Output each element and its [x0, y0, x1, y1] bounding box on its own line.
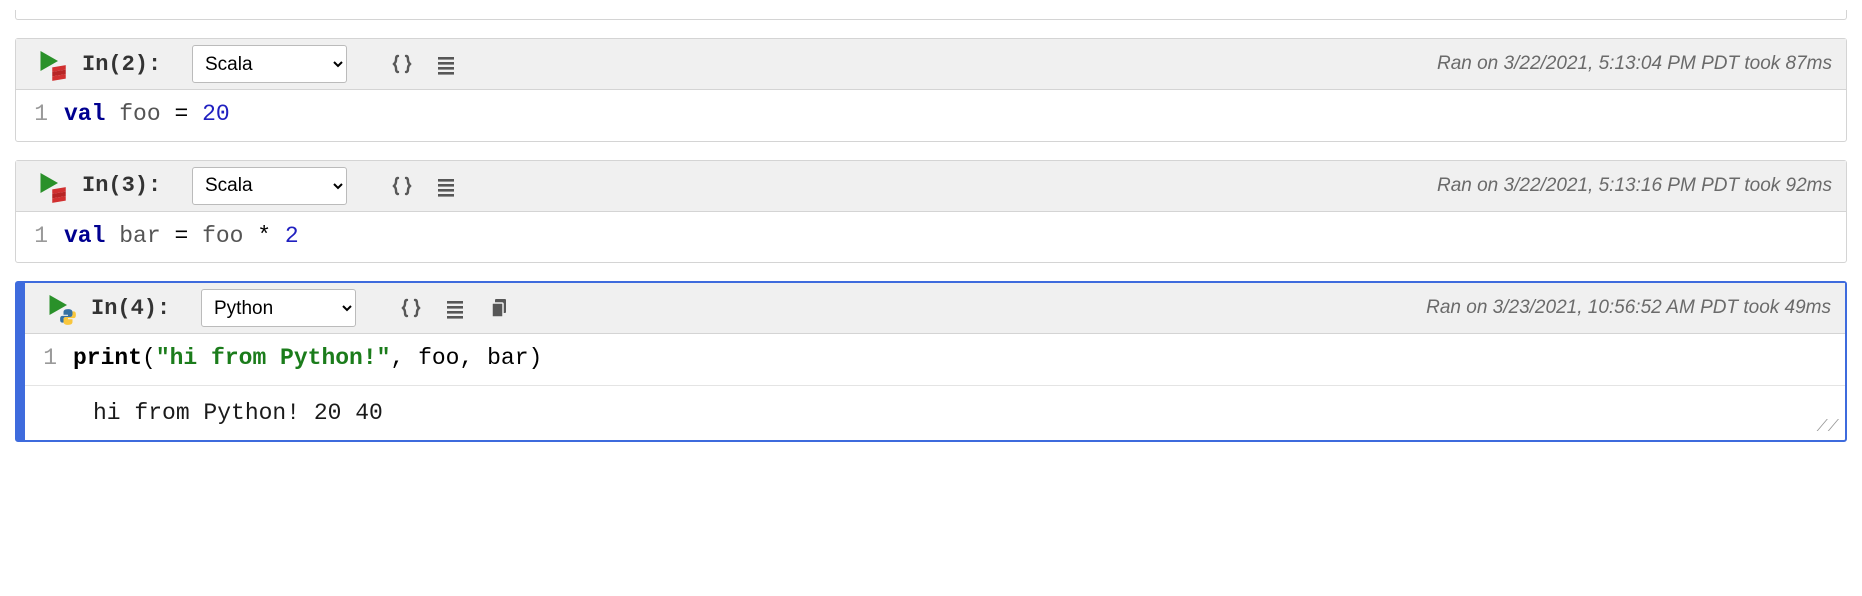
braces-icon[interactable] — [385, 169, 419, 203]
language-badge-icon — [50, 186, 68, 204]
cell-run-status: Ran on 3/22/2021, 5:13:16 PM PDT took 92… — [1437, 175, 1832, 197]
menu-lines-icon[interactable] — [429, 47, 463, 81]
language-select[interactable]: ScalaPython — [201, 289, 356, 327]
cell-toolbar: In(2): ScalaPython Ran on 3/22/2021, 5:13… — [16, 39, 1846, 90]
cell-output: hi from Python! 20 40 ⟋⟋ — [25, 385, 1845, 440]
code-area[interactable]: 1val foo = 20 — [16, 90, 1846, 141]
code-area[interactable]: 1print("hi from Python!", foo, bar) — [25, 334, 1845, 385]
braces-icon[interactable] — [394, 291, 428, 325]
run-cell-button[interactable] — [30, 170, 66, 202]
run-cell-button[interactable] — [30, 48, 66, 80]
line-number: 1 — [16, 97, 64, 133]
notebook-cell: In(3): ScalaPython Ran on 3/22/2021, 5:13… — [15, 160, 1847, 264]
cell-toolbar: In(4): ScalaPython Ran on 3/23/2021, 10:5… — [25, 283, 1845, 334]
cell-toolbar: In(3): ScalaPython Ran on 3/22/2021, 5:13… — [16, 161, 1846, 212]
clipboard-icon[interactable] — [482, 291, 516, 325]
language-badge-icon — [59, 308, 77, 326]
line-number: 1 — [16, 219, 64, 255]
cell-input-label: In(2): — [82, 52, 174, 77]
output-text: hi from Python! 20 40 — [93, 400, 383, 426]
cell-run-status: Ran on 3/22/2021, 5:13:04 PM PDT took 87… — [1437, 53, 1832, 75]
code-line[interactable]: print("hi from Python!", foo, bar) — [73, 341, 1845, 377]
braces-icon[interactable] — [385, 47, 419, 81]
notebook-cell: In(4): ScalaPython Ran on 3/23/2021, 10:5… — [15, 281, 1847, 442]
language-select[interactable]: ScalaPython — [192, 167, 347, 205]
code-line[interactable]: val bar = foo * 2 — [64, 219, 1846, 255]
line-number: 1 — [25, 341, 73, 377]
run-cell-button[interactable] — [39, 292, 75, 324]
cell-input-label: In(4): — [91, 296, 183, 321]
resize-handle[interactable]: ⟋⟋ — [1817, 418, 1839, 436]
code-line[interactable]: val foo = 20 — [64, 97, 1846, 133]
cell-run-status: Ran on 3/23/2021, 10:56:52 AM PDT took 4… — [1426, 297, 1831, 319]
language-select[interactable]: ScalaPython — [192, 45, 347, 83]
notebook-cell: In(2): ScalaPython Ran on 3/22/2021, 5:13… — [15, 38, 1847, 142]
menu-lines-icon[interactable] — [438, 291, 472, 325]
partial-cell-above — [15, 10, 1847, 20]
menu-lines-icon[interactable] — [429, 169, 463, 203]
language-badge-icon — [50, 64, 68, 82]
code-area[interactable]: 1val bar = foo * 2 — [16, 212, 1846, 263]
cell-input-label: In(3): — [82, 173, 174, 198]
